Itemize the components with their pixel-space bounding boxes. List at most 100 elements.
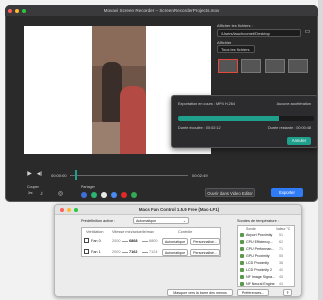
help-icon[interactable]: ? — [283, 289, 292, 296]
preset-label: Prédéfinition active : — [81, 219, 116, 223]
fan-icon — [84, 249, 89, 254]
fan-row: Fan 0 2000 6868 6800 Automatique Personn… — [82, 236, 222, 246]
chevron-down-icon: ⌄ — [182, 219, 186, 223]
sensor-name: NF Image Signa... — [246, 275, 275, 279]
export-status: Exportation en cours : MP4 H.264 — [178, 102, 235, 106]
file-type-select[interactable]: Tous les fichiers — [217, 45, 255, 53]
share-cloud-icon[interactable] — [81, 192, 87, 198]
control-column-header: Contrôle — [178, 230, 193, 234]
play-icon[interactable]: ▶ — [26, 171, 33, 178]
sensor-name: Airport Proximity — [246, 233, 273, 237]
sensor-row: Airport Proximity 51 — [239, 232, 293, 238]
value-column-header: Valeur °C — [276, 227, 291, 231]
fan-custom-button[interactable]: Personnalisé... — [190, 249, 220, 256]
video-frame — [92, 26, 146, 154]
bottom-toolbar: Couper ✂ ♪ ◎ Partager Ouvrir dans Video … — [5, 183, 318, 202]
sensor-row: CPU Performan... 71 — [239, 246, 293, 252]
side-panel: Afficher les fichiers : /Users/lauchcome… — [215, 16, 318, 86]
sensor-icon — [240, 268, 244, 272]
save-path-field[interactable]: /Users/lauchcomet/Desktop — [217, 29, 301, 37]
sensor-row: NF Neural Engine 44 — [239, 281, 293, 287]
sensor-icon — [240, 275, 244, 279]
recording-thumbnail[interactable] — [265, 59, 285, 73]
sensor-value: 40 — [279, 268, 283, 272]
recording-thumbnail[interactable] — [241, 59, 261, 73]
playback-bar: ▶ ◀) 00:00:00 00:02:49 — [24, 169, 211, 181]
share-label: Partager — [81, 185, 95, 189]
youtube-icon[interactable] — [121, 192, 127, 198]
remaining-time: Durée restante : 00:00:48 — [267, 126, 311, 130]
fans-table: Ventilation Vitesse min/actuelle/max Con… — [81, 227, 221, 257]
fan-current-speed: 7162 — [129, 250, 138, 254]
fan-row: Fan 1 2000 7162 7124 Automatique Personn… — [82, 247, 222, 257]
current-time: 00:00:00 — [51, 173, 67, 178]
sensor-name: GPU Proximity — [246, 254, 270, 258]
elapsed-time: Durée écoulée : 00:02:12 — [178, 126, 221, 130]
cancel-export-button[interactable]: Annuler — [287, 137, 311, 145]
sensor-name: LCD Proximity — [246, 261, 269, 265]
sensor-icon — [240, 282, 244, 286]
sensor-icon — [240, 247, 244, 251]
scissors-icon[interactable]: ✂ — [27, 191, 34, 198]
sensor-icon — [240, 254, 244, 258]
sensor-row: NF Image Signa... 45 — [239, 274, 293, 280]
export-progress-bar — [178, 116, 314, 121]
sensor-icon — [240, 261, 244, 265]
tools-label: Couper — [27, 185, 39, 189]
sensor-name: CPU Performan... — [246, 247, 275, 251]
sensor-row: GPU Proximity 55 — [239, 253, 293, 259]
sensor-value: 62 — [279, 240, 283, 244]
export-button[interactable]: Exporter — [271, 188, 303, 197]
export-progress-fill — [178, 116, 279, 121]
sensors-list: Sonde Valeur °C Airport Proximity 51 CPU … — [237, 225, 295, 287]
editor-titlebar: Movavi Screen Recorder – ScreenRecorderP… — [5, 5, 318, 16]
fan-control-window: Macs Fan Control 1.5.9 Free (Mac-LF1) Pr… — [54, 204, 302, 297]
sensor-column-header: Sonde — [246, 227, 256, 231]
desktop-edge — [318, 0, 323, 300]
recording-thumbnail[interactable] — [218, 59, 238, 73]
fan-current-speed: 6868 — [129, 239, 138, 243]
sensor-name: LCD Proximity 2 — [246, 268, 272, 272]
open-in-editor-button[interactable]: Ouvrir dans Video Editor — [205, 188, 255, 197]
sensor-value: 45 — [279, 275, 283, 279]
sensor-value: 55 — [279, 254, 283, 258]
fan-custom-button[interactable]: Personnalisé... — [190, 238, 220, 245]
speaker-icon[interactable]: ♪ — [38, 191, 45, 198]
fan-name: Fan 1 — [91, 250, 101, 254]
hide-to-menubar-button[interactable]: Masquer vers la barre des menus — [167, 289, 233, 296]
volume-icon[interactable]: ◀) — [36, 171, 43, 178]
fan-auto-button[interactable]: Automatique — [162, 238, 188, 245]
sensor-icon — [240, 233, 244, 237]
save-location-label: Afficher les fichiers : — [217, 23, 253, 28]
editor-window-title: Movavi Screen Recorder – ScreenRecorderP… — [103, 8, 220, 13]
sensor-value: 44 — [279, 282, 283, 286]
preferences-button[interactable]: Préférences... — [237, 289, 269, 296]
sensors-label: Sondes de température : — [237, 219, 279, 223]
camera-icon[interactable]: ◎ — [57, 191, 64, 198]
export-dialog: Exportation en cours : MP4 H.264 Aucune … — [171, 95, 318, 148]
sensor-row: LCD Proximity 2 40 — [239, 267, 293, 273]
preset-select[interactable]: Automatique ⌄ — [133, 217, 189, 224]
timeline-track[interactable] — [70, 175, 188, 176]
fan-max-speed: 6800 — [149, 239, 158, 243]
share-folder-icon[interactable] — [101, 192, 107, 198]
fan-max-speed: 7124 — [149, 250, 158, 254]
share-link-icon[interactable] — [111, 192, 117, 198]
fan-min-speed: 2000 — [112, 239, 121, 243]
folder-icon[interactable]: ▭ — [304, 29, 311, 36]
sensor-value: 51 — [279, 233, 283, 237]
sensor-row: CPU Efficiency... 62 — [239, 239, 293, 245]
fan-name: Fan 0 — [91, 239, 101, 243]
google-drive-icon[interactable] — [131, 192, 137, 198]
recording-thumbnail[interactable] — [288, 59, 308, 73]
fan-icon — [84, 238, 89, 243]
acceleration-status: Aucune accélération — [276, 102, 311, 106]
timeline-playhead[interactable] — [75, 170, 77, 180]
share-drive-icon[interactable] — [91, 192, 97, 198]
fan-auto-button[interactable]: Automatique — [162, 249, 188, 256]
fan-column-header: Ventilation — [86, 230, 104, 234]
sensor-name: NF Neural Engine — [246, 282, 275, 286]
speed-column-header: Vitesse min/actuelle/max — [112, 230, 154, 234]
sensor-row: LCD Proximity 38 — [239, 260, 293, 266]
preset-value: Automatique — [136, 219, 157, 223]
